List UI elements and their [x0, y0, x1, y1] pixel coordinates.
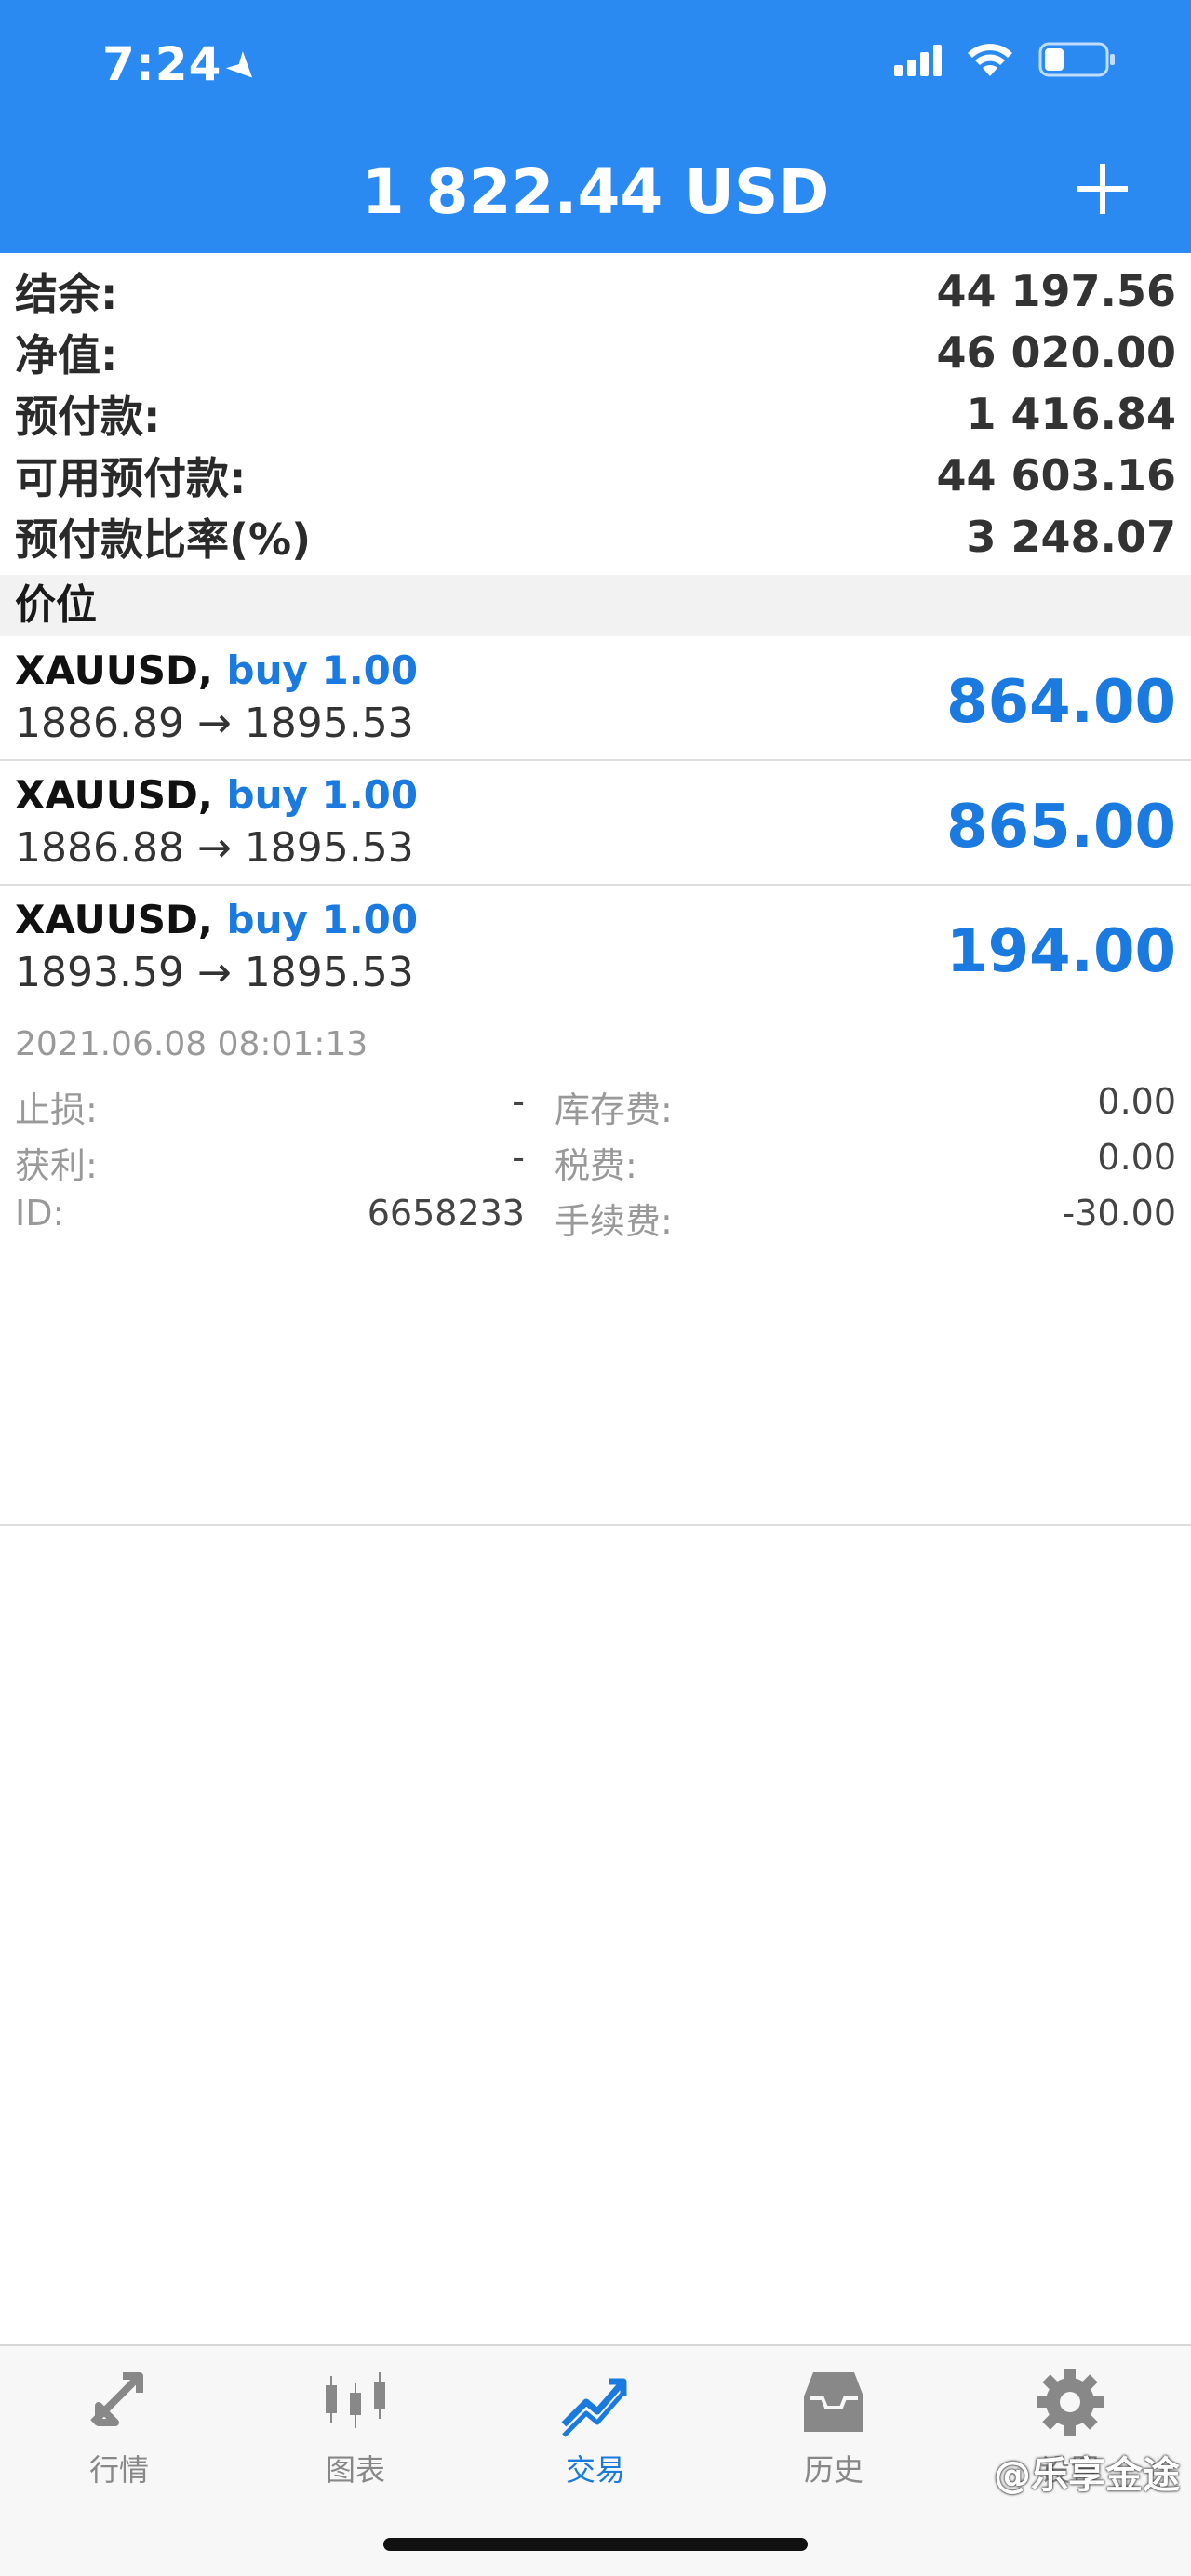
tab-history[interactable]: 历史 — [759, 2365, 908, 2489]
detail-line: 获利: - 税费: 0.00 — [15, 1137, 1176, 1186]
commission-value: -30.00 — [1062, 1193, 1177, 1234]
position-item-expanded[interactable]: XAUUSD, buy 1.00 1893.59 → 1895.53 194.0… — [0, 886, 1191, 1526]
status-icons — [894, 41, 1117, 78]
summary-row-equity: 净值: 46 020.00 — [15, 327, 1176, 380]
quotes-icon — [90, 2372, 143, 2426]
position-symbol: XAUUSD, — [15, 647, 213, 693]
home-indicator[interactable] — [383, 2538, 808, 2551]
summary-row-margin: 预付款: 1 416.84 — [15, 389, 1176, 442]
positions-list: XAUUSD, buy 1.00 1886.89 → 1895.53 864.0… — [0, 636, 1191, 1526]
clock-text: 7:24 — [102, 37, 222, 91]
balance-title: 1 822.44 USD — [361, 156, 830, 228]
battery-icon — [1038, 41, 1117, 78]
position-prices: 1886.89 → 1895.53 — [15, 700, 414, 747]
status-time: 7:24➤ — [102, 37, 270, 94]
header-bar: 7:24➤ 1 822.44 USD — [0, 0, 1191, 253]
tab-trade[interactable]: 交易 — [521, 2365, 670, 2489]
add-order-button[interactable] — [1070, 156, 1135, 221]
tab-charts[interactable]: 图表 — [281, 2365, 430, 2489]
trade-icon — [561, 2378, 627, 2437]
detail-line: ID: 6658233 手续费: -30.00 — [15, 1193, 1177, 1242]
summary-row-free-margin: 可用预付款: 44 603.16 — [15, 450, 1176, 503]
position-item[interactable]: XAUUSD, buy 1.00 1886.88 → 1895.53 865.0… — [0, 761, 1191, 886]
location-arrow-icon: ➤ — [217, 41, 271, 95]
position-prices: 1886.88 → 1895.53 — [15, 824, 414, 872]
wifi-icon — [966, 41, 1014, 78]
swap-value: 0.00 — [1097, 1081, 1176, 1122]
position-direction: buy 1.00 — [226, 647, 419, 693]
stop-loss-value: - — [512, 1081, 525, 1122]
chart-icon — [326, 2372, 385, 2428]
position-profit: 865.00 — [946, 793, 1176, 861]
position-profit: 864.00 — [946, 668, 1176, 737]
history-icon — [804, 2372, 863, 2432]
position-profit: 194.00 — [946, 917, 1176, 986]
cellular-signal-icon — [894, 43, 942, 76]
detail-line: 止损: - 库存费: 0.00 — [15, 1081, 1176, 1130]
position-open-time: 2021.06.08 08:01:13 — [15, 1025, 368, 1063]
position-prices: 1893.59 → 1895.53 — [15, 949, 414, 996]
tab-quotes[interactable]: 行情 — [45, 2365, 194, 2489]
settings-icon — [1037, 2369, 1104, 2436]
position-item[interactable]: XAUUSD, buy 1.00 1886.89 → 1895.53 864.0… — [0, 636, 1191, 761]
position-direction: buy 1.00 — [226, 772, 419, 818]
positions-section-header: 价位 — [0, 575, 1191, 636]
position-details: 止损: - 库存费: 0.00 获利: - 税费: 0.00 ID: 66582… — [15, 1081, 1176, 1248]
ticket-id-value: 6658233 — [367, 1193, 525, 1234]
account-summary: 结余: 44 197.56 净值: 46 020.00 预付款: 1 416.84 可… — [0, 260, 1191, 567]
summary-row-margin-level: 预付款比率(%) 3 248.07 — [15, 512, 1176, 565]
position-symbol: XAUUSD, — [15, 897, 213, 942]
position-direction: buy 1.00 — [226, 897, 419, 942]
position-symbol: XAUUSD, — [15, 772, 213, 818]
watermark: @乐享金途 — [994, 2454, 1180, 2497]
take-profit-value: - — [512, 1137, 525, 1178]
summary-row-balance: 结余: 44 197.56 — [15, 266, 1176, 319]
tax-value: 0.00 — [1097, 1137, 1176, 1178]
